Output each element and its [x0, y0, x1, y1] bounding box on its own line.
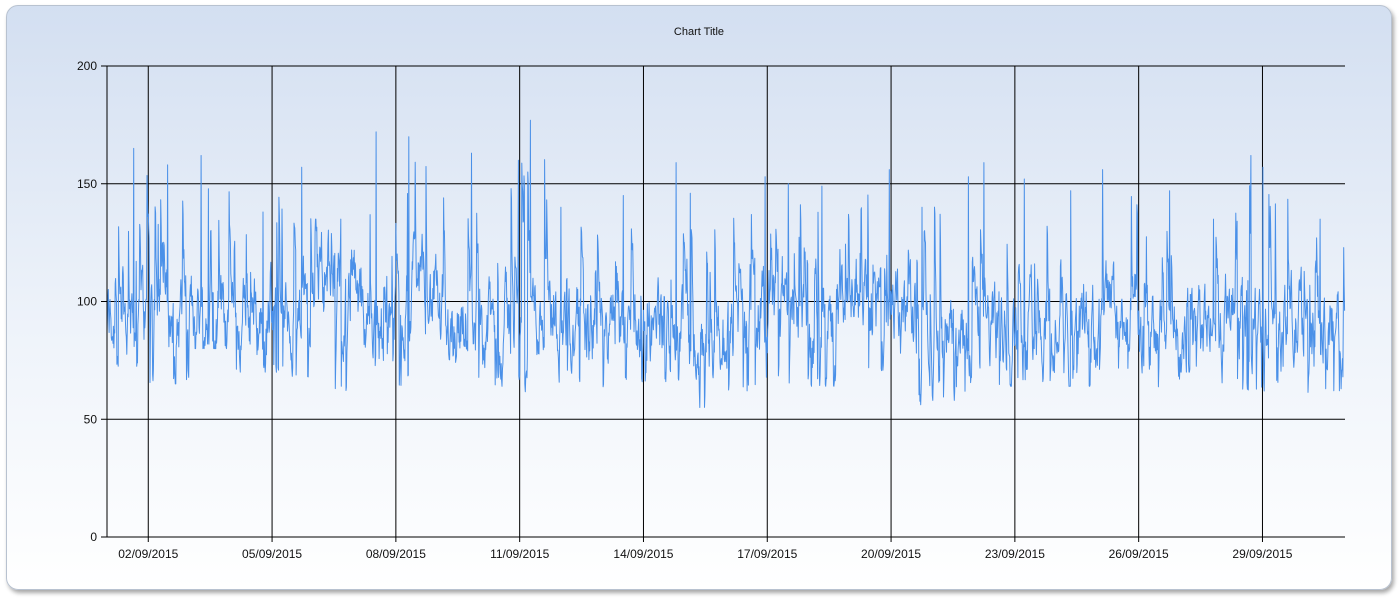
x-tick-label: 17/09/2015 [737, 547, 797, 561]
x-tick-label: 05/09/2015 [242, 547, 302, 561]
y-tick-label: 200 [77, 59, 97, 73]
y-tick-label: 150 [77, 177, 97, 191]
series-layer [106, 119, 1346, 408]
grid-lines [107, 65, 1345, 537]
x-tick-label: 26/09/2015 [1109, 547, 1169, 561]
x-tick-label: 23/09/2015 [985, 547, 1045, 561]
x-tick-label: 29/09/2015 [1232, 547, 1292, 561]
y-tick-label: 100 [77, 295, 97, 309]
x-tick-label: 02/09/2015 [118, 547, 178, 561]
y-tick-label: 0 [90, 530, 97, 544]
x-tick-label: 11/09/2015 [490, 547, 549, 561]
x-tick-label: 20/09/2015 [861, 547, 921, 561]
x-tick-label: 08/09/2015 [366, 547, 426, 561]
line-chart: 0 50 100 150 200 02/09/2015 05/09/2015 08/09/20… [77, 59, 1346, 561]
y-tick-label: 50 [84, 412, 98, 426]
series-line [106, 119, 1346, 408]
x-tick-label: 14/09/2015 [613, 547, 673, 561]
